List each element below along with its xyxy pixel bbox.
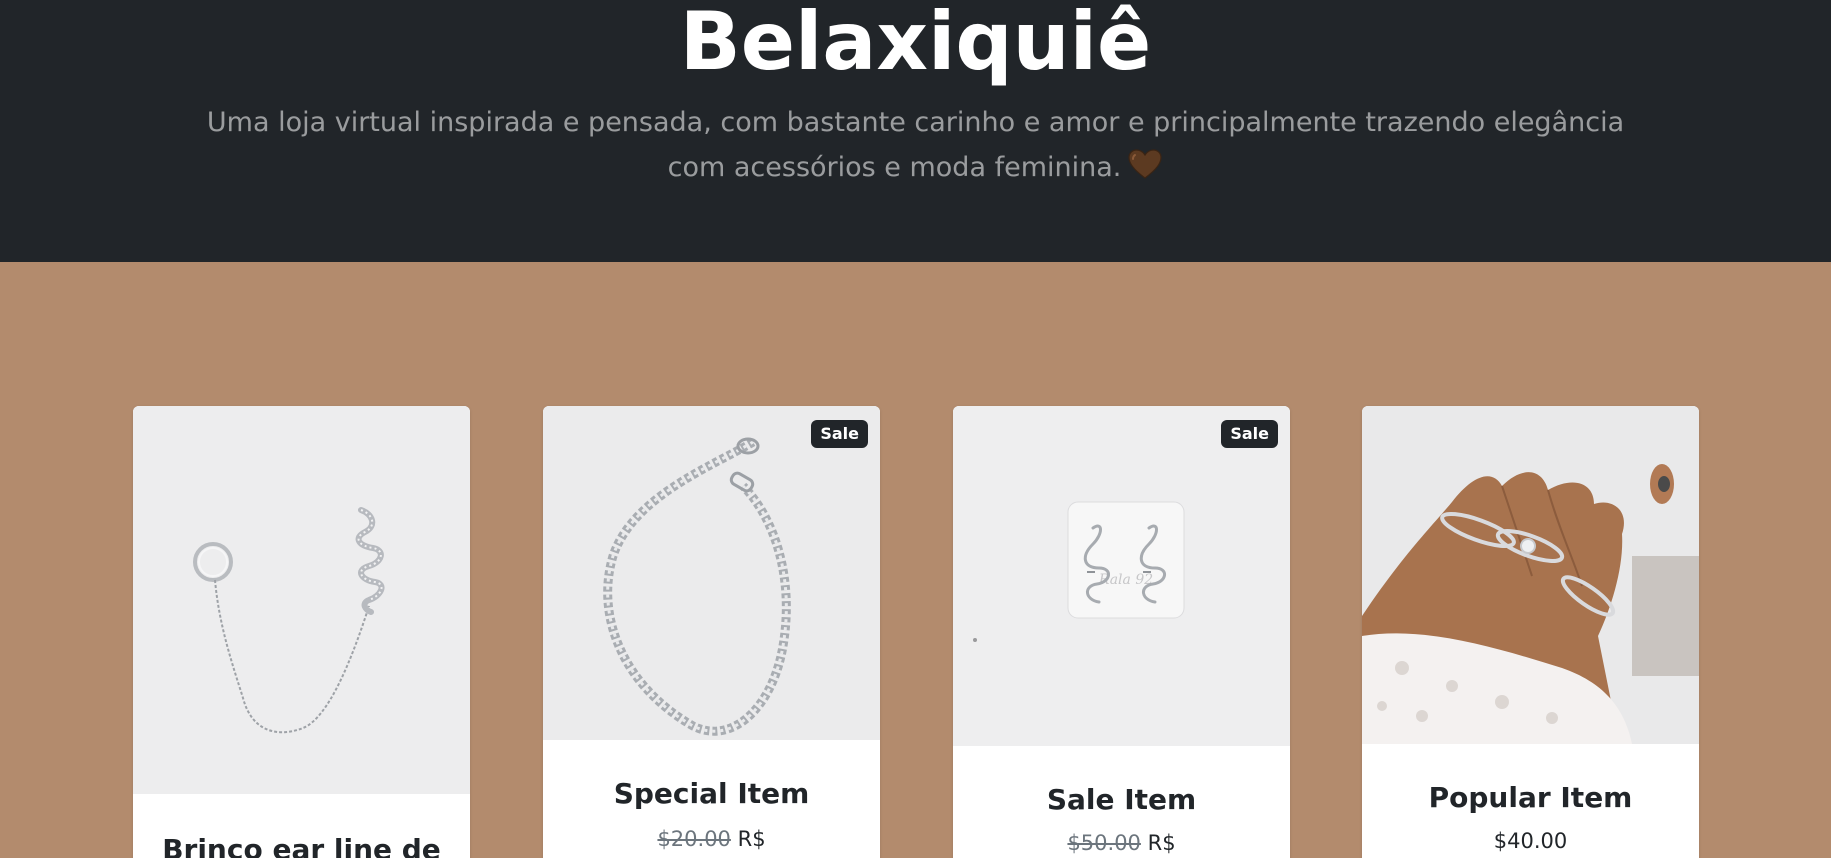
product-title[interactable]: Special Item: [543, 776, 880, 812]
original-price: $50.00: [1067, 831, 1141, 855]
product-title[interactable]: Sale Item: [953, 782, 1290, 818]
rings-on-hand-image[interactable]: [1362, 406, 1699, 744]
site-header: Belaxiquiê Uma loja virtual inspirada e …: [0, 0, 1831, 262]
original-price: $20.00: [657, 827, 731, 851]
sale-badge: Sale: [811, 420, 868, 448]
product-card[interactable]: Rala 92 Sale Sale Item $50.00 R$: [953, 406, 1290, 858]
current-price: R$: [737, 827, 766, 851]
product-card[interactable]: Popular Item $40.00: [1362, 406, 1699, 858]
product-card[interactable]: Brinco ear line de: [133, 406, 470, 858]
page: Belaxiquiê Uma loja virtual inspirada e …: [0, 0, 1831, 858]
product-price: $40.00: [1362, 826, 1699, 856]
product-card[interactable]: Sale Special Item $20.00 R$: [543, 406, 880, 858]
ear-cuff-chain-earring-image[interactable]: [133, 406, 470, 794]
site-title: Belaxiquiê: [679, 0, 1152, 88]
sale-badge: Sale: [1221, 420, 1278, 448]
current-price: R$: [1147, 831, 1176, 855]
snake-earrings-image[interactable]: Rala 92 Sale: [953, 406, 1290, 746]
site-tagline: Uma loja virtual inspirada e pensada, co…: [188, 100, 1643, 190]
silver-chain-bracelet-image[interactable]: Sale: [543, 406, 880, 740]
brown-heart-icon: [1127, 148, 1163, 180]
product-title[interactable]: Popular Item: [1362, 780, 1699, 816]
product-price: $20.00 R$: [543, 824, 880, 854]
product-title[interactable]: Brinco ear line de: [133, 832, 470, 858]
tagline-text: Uma loja virtual inspirada e pensada, co…: [206, 107, 1625, 183]
current-price: $40.00: [1493, 829, 1568, 853]
product-price: $50.00 R$: [953, 828, 1290, 858]
